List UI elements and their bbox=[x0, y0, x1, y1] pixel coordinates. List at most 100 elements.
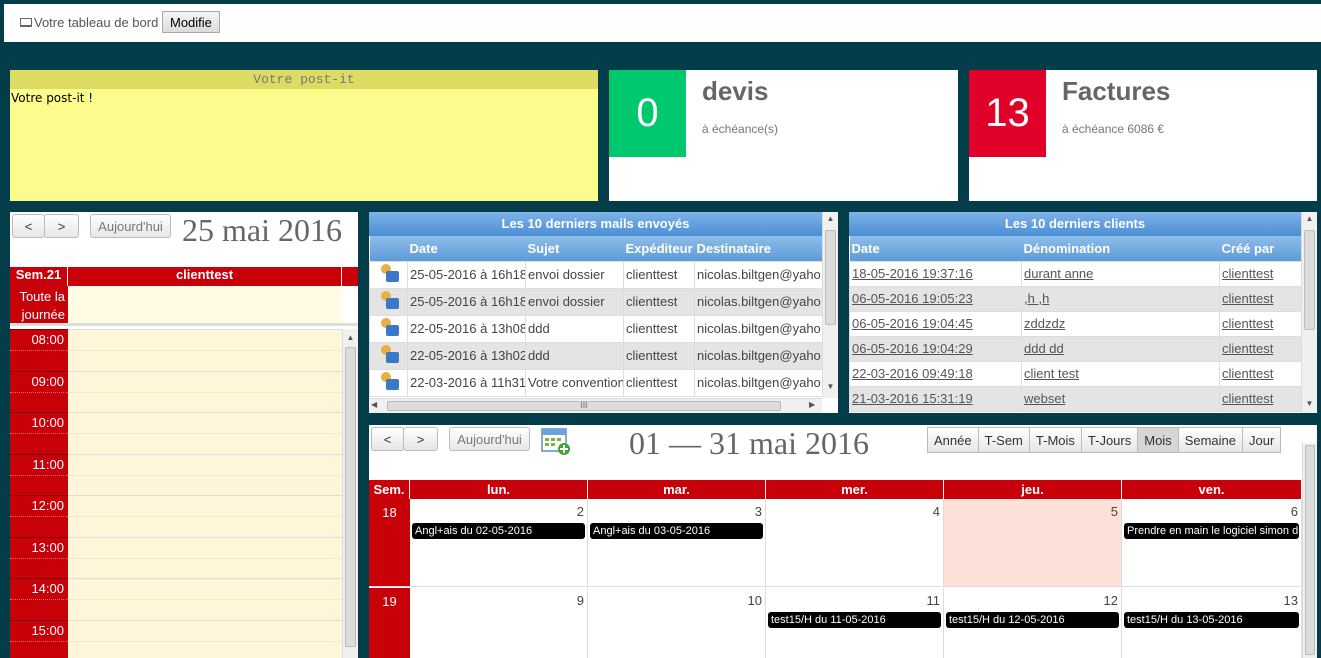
day-cell-today[interactable]: 5 bbox=[944, 499, 1122, 586]
mails-col-subject[interactable]: Sujet bbox=[525, 236, 624, 261]
table-row[interactable]: 22-05-2016 à 13h08 ddd clienttest nicolas.b… bbox=[369, 314, 823, 343]
clients-table: Date Dénomination Créé par 18-05-2016 19… bbox=[849, 236, 1302, 412]
day-cell[interactable]: 13 test15/H du 13-05-2016 bbox=[1122, 588, 1302, 658]
month-prev-button[interactable]: < bbox=[371, 427, 404, 451]
view-tjours-button[interactable]: T-Jours bbox=[1080, 427, 1139, 453]
postit-text[interactable]: Votre post-it ! bbox=[10, 89, 598, 107]
modify-button[interactable]: Modifie bbox=[162, 11, 220, 33]
table-row[interactable]: 06-05-2016 19:04:45 zddzdz clienttest bbox=[849, 310, 1302, 337]
calendar-event[interactable]: Angl+ais du 03-05-2016 bbox=[590, 523, 763, 539]
view-tmois-button[interactable]: T-Mois bbox=[1028, 427, 1082, 453]
scroll-thumb[interactable] bbox=[345, 347, 356, 647]
scroll-left-icon[interactable]: ◀ bbox=[371, 400, 377, 409]
devis-subtitle: à échéance(s) bbox=[702, 122, 779, 136]
clients-col-creator[interactable]: Créé par bbox=[1219, 236, 1302, 261]
time-slot: 11:00 bbox=[10, 453, 68, 496]
view-tsem-button[interactable]: T-Sem bbox=[977, 427, 1030, 453]
view-month-button[interactable]: Mois bbox=[1137, 427, 1179, 453]
day-calendar: < > Aujourd'hui 25 mai 2016 Sem.21 clien… bbox=[10, 212, 358, 658]
mail-users-icon bbox=[378, 371, 400, 391]
day-cell[interactable]: 10 bbox=[588, 588, 766, 658]
allday-row: Toute la journée bbox=[10, 286, 358, 326]
week-number: Sem.21 bbox=[10, 267, 68, 286]
scroll-up-icon[interactable]: ▲ bbox=[1302, 212, 1317, 226]
scroll-down-icon[interactable]: ▼ bbox=[1302, 397, 1317, 411]
day-next-button[interactable]: > bbox=[44, 214, 79, 238]
factures-stat[interactable]: 13 Factures à échéance 6086 € bbox=[969, 70, 1317, 201]
table-row[interactable]: 21-03-2016 15:31:19 webset clienttest bbox=[849, 385, 1302, 412]
view-year-button[interactable]: Année bbox=[927, 427, 979, 453]
time-slot: 08:00 bbox=[10, 329, 68, 371]
clients-title: Les 10 derniers clients bbox=[849, 212, 1301, 236]
day-column-header: clienttest bbox=[68, 267, 342, 286]
mails-title: Les 10 derniers mails envoyés bbox=[369, 212, 822, 236]
day-cell[interactable]: 4 bbox=[766, 499, 944, 586]
table-row[interactable]: 18-05-2016 19:37:16 durant anne clienttest bbox=[849, 260, 1302, 287]
table-row[interactable]: 22-03-2016 à 11h31 Votre convention client… bbox=[369, 368, 823, 397]
scroll-thumb[interactable]: III bbox=[387, 401, 781, 411]
day-cell[interactable]: 3 Angl+ais du 03-05-2016 bbox=[588, 499, 766, 586]
day-cell[interactable]: 2 Angl+ais du 02-05-2016 bbox=[410, 499, 588, 586]
top-bar: Votre tableau de bord Modifie bbox=[4, 4, 1321, 42]
time-grid-cells[interactable] bbox=[68, 329, 342, 658]
mails-col-sender[interactable]: Expéditeur bbox=[623, 236, 695, 261]
allday-cell[interactable] bbox=[68, 286, 342, 323]
devis-stat[interactable]: 0 devis à échéance(s) bbox=[609, 70, 958, 201]
clients-col-name[interactable]: Dénomination bbox=[1021, 236, 1220, 261]
scroll-thumb[interactable] bbox=[1304, 230, 1315, 330]
mails-hscrollbar[interactable]: ◀ III ▶ bbox=[369, 398, 822, 413]
calendar-event[interactable]: test15/H du 12-05-2016 bbox=[946, 612, 1119, 628]
scroll-up-icon[interactable]: ▲ bbox=[823, 212, 838, 226]
table-row[interactable]: 25-05-2016 à 16h18 envoi dossier clienttes… bbox=[369, 287, 823, 316]
month-today-button[interactable]: Aujourd'hui bbox=[449, 427, 530, 451]
add-event-calendar-icon[interactable] bbox=[541, 426, 571, 456]
day-cell[interactable]: 9 bbox=[410, 588, 588, 658]
time-slot: 13:00 bbox=[10, 536, 68, 579]
day-prev-button[interactable]: < bbox=[12, 214, 45, 238]
scroll-thumb[interactable] bbox=[1305, 445, 1315, 655]
view-day-button[interactable]: Jour bbox=[1242, 427, 1282, 453]
mails-col-recipient[interactable]: Destinataire bbox=[694, 236, 823, 261]
view-week-button[interactable]: Semaine bbox=[1177, 427, 1243, 453]
day-today-button[interactable]: Aujourd'hui bbox=[90, 214, 171, 238]
day-cell[interactable]: 11 test15/H du 11-05-2016 bbox=[766, 588, 944, 658]
day-scrollbar[interactable]: ▲ bbox=[342, 329, 358, 658]
calendar-event[interactable]: Prendre en main le logiciel simon du bbox=[1124, 523, 1299, 539]
mails-vscrollbar[interactable]: ▲ ▼ bbox=[822, 212, 838, 398]
month-next-button[interactable]: > bbox=[403, 427, 438, 451]
day-date-title: 25 mai 2016 bbox=[182, 212, 342, 248]
factures-count: 13 bbox=[969, 70, 1046, 157]
time-slot: 14:00 bbox=[10, 578, 68, 620]
view-switcher: Année T-Sem T-Mois T-Jours Mois Semaine … bbox=[927, 427, 1282, 453]
table-row[interactable]: 06-05-2016 19:04:29 ddd dd clienttest bbox=[849, 335, 1302, 362]
factures-title: Factures bbox=[1062, 76, 1171, 106]
clients-vscrollbar[interactable]: ▲ ▼ bbox=[1301, 212, 1317, 413]
table-row[interactable]: 25-05-2016 à 16h18 envoi dossier clienttes… bbox=[369, 260, 823, 289]
mails-table: Date Sujet Expéditeur Destinataire 25-05… bbox=[369, 236, 823, 397]
calendar-event[interactable]: Angl+ais du 02-05-2016 bbox=[412, 523, 585, 539]
allday-label: Toute la journée bbox=[10, 286, 68, 323]
scroll-down-icon[interactable]: ▼ bbox=[823, 380, 838, 394]
clients-col-date[interactable]: Date bbox=[849, 236, 1022, 261]
scroll-thumb[interactable] bbox=[825, 230, 836, 325]
mails-col-date[interactable]: Date bbox=[407, 236, 526, 261]
day-cell[interactable]: 12 test15/H du 12-05-2016 bbox=[944, 588, 1122, 658]
week-number[interactable]: 19 bbox=[369, 588, 410, 658]
month-date-title: 01 — 31 mai 2016 bbox=[629, 425, 869, 461]
dashboard-label: Votre tableau de bord bbox=[20, 15, 158, 30]
day-header-tue: mar. bbox=[588, 480, 766, 499]
time-slot: 12:00 bbox=[10, 495, 68, 537]
calendar-event[interactable]: test15/H du 13-05-2016 bbox=[1124, 612, 1299, 628]
month-scrollbar[interactable] bbox=[1302, 443, 1317, 658]
mails-col-icon bbox=[369, 236, 408, 261]
calendar-event[interactable]: test15/H du 11-05-2016 bbox=[768, 612, 941, 628]
mails-panel: Les 10 derniers mails envoyés Date Sujet… bbox=[369, 212, 838, 413]
day-header: Sem.21 clienttest bbox=[10, 267, 358, 286]
table-row[interactable]: 22-03-2016 09:49:18 client test clienttest bbox=[849, 360, 1302, 387]
scroll-up-icon[interactable]: ▲ bbox=[343, 331, 358, 345]
table-row[interactable]: 06-05-2016 19:05:23 ,h ,h clienttest bbox=[849, 285, 1302, 312]
week-number[interactable]: 18 bbox=[369, 499, 410, 586]
scroll-right-icon[interactable]: ▶ bbox=[809, 400, 815, 409]
day-cell[interactable]: 6 Prendre en main le logiciel simon du bbox=[1122, 499, 1302, 586]
table-row[interactable]: 22-05-2016 à 13h02 ddd clienttest nicolas.b… bbox=[369, 341, 823, 370]
